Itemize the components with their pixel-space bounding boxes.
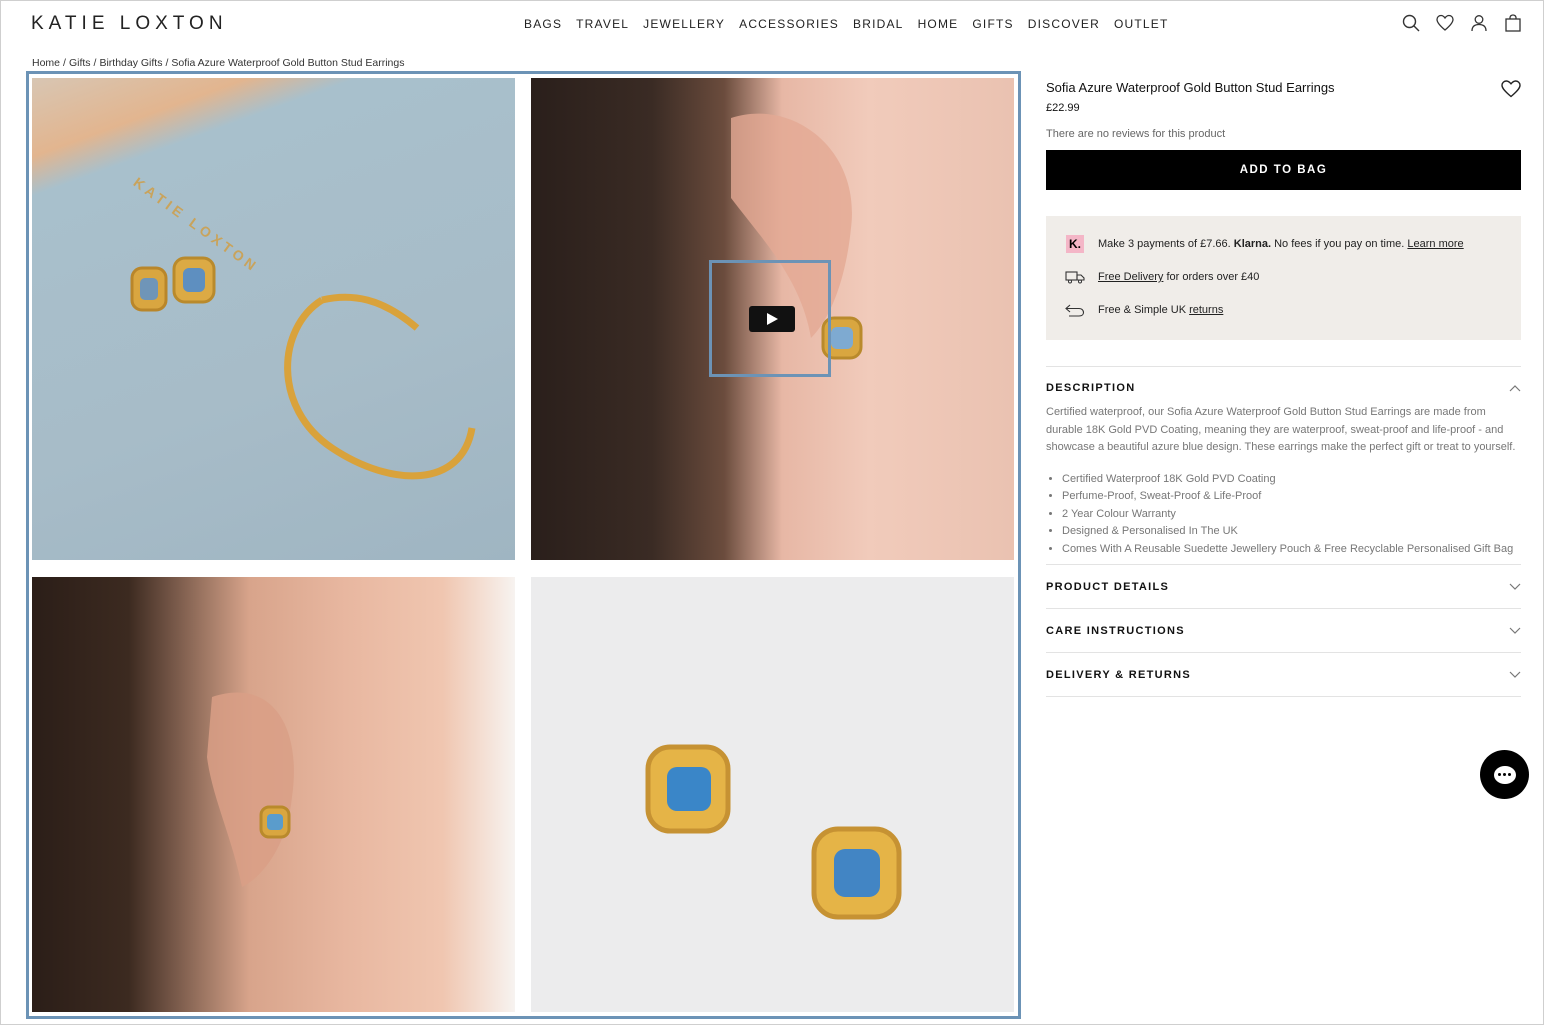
brand-logo[interactable]: KATIE LOXTON [31, 13, 228, 35]
returns-text: Free & Simple UK [1098, 304, 1187, 316]
product-gallery: KATIE LOXTON [26, 71, 1021, 1019]
ear-illustration [207, 692, 294, 887]
add-to-bag-button[interactable]: ADD TO BAG [1046, 150, 1521, 190]
delivery-truck-icon [1065, 271, 1085, 284]
delivery-row: Free Delivery for orders over £40 [1064, 267, 1503, 287]
bag-icon[interactable] [1504, 14, 1522, 32]
delivery-text: for orders over £40 [1166, 271, 1260, 283]
klarna-logo-icon: K. [1066, 235, 1084, 253]
nav-item-travel[interactable]: TRAVEL [576, 17, 629, 31]
description-accordion: DESCRIPTION Certified waterproof, our So… [1046, 366, 1521, 564]
list-item: 2 Year Colour Warranty [1062, 506, 1521, 524]
breadcrumb-birthday-gifts[interactable]: Birthday Gifts [99, 57, 162, 69]
care-instructions-heading: CARE INSTRUCTIONS [1046, 624, 1185, 637]
list-item: Designed & Personalised In The UK [1062, 523, 1521, 541]
klarna-fees-text: No fees if you pay on time. [1274, 238, 1405, 250]
chat-icon [1493, 765, 1516, 784]
nav-item-jewellery[interactable]: JEWELLERY [643, 17, 725, 31]
chevron-down-icon [1509, 583, 1521, 590]
care-instructions-accordion: CARE INSTRUCTIONS [1046, 608, 1521, 652]
returns-row: Free & Simple UK returns [1064, 300, 1503, 320]
chevron-up-icon [1509, 384, 1521, 391]
list-item: Comes With A Reusable Suedette Jewellery… [1062, 541, 1521, 559]
breadcrumb-separator: / [93, 57, 97, 69]
list-item: Certified Waterproof 18K Gold PVD Coatin… [1062, 471, 1521, 489]
nav-item-bridal[interactable]: BRIDAL [853, 17, 904, 31]
nav-item-home[interactable]: HOME [918, 17, 959, 31]
benefits-box: K. Make 3 payments of £7.66. Klarna. No … [1046, 216, 1521, 340]
gallery-image-model-profile[interactable] [32, 577, 515, 1012]
nav-item-accessories[interactable]: ACCESSORIES [739, 17, 839, 31]
care-instructions-toggle[interactable]: CARE INSTRUCTIONS [1046, 609, 1521, 652]
product-details-panel: Sofia Azure Waterproof Gold Button Stud … [1046, 80, 1521, 697]
nav-item-bags[interactable]: BAGS [524, 17, 562, 31]
returns-arrow-icon [1065, 304, 1085, 317]
wishlist-heart-icon[interactable] [1501, 80, 1521, 98]
delivery-returns-toggle[interactable]: DELIVERY & RETURNS [1046, 653, 1521, 696]
delivery-returns-accordion: DELIVERY & RETURNS [1046, 652, 1521, 697]
nav-item-discover[interactable]: DISCOVER [1028, 17, 1100, 31]
delivery-returns-heading: DELIVERY & RETURNS [1046, 668, 1192, 681]
chevron-down-icon [1509, 627, 1521, 634]
description-body: Certified waterproof, our Sofia Azure Wa… [1046, 404, 1521, 564]
gallery-image-earrings-pair[interactable] [531, 577, 1014, 1012]
nav-item-gifts[interactable]: GIFTS [972, 17, 1013, 31]
product-title: Sofia Azure Waterproof Gold Button Stud … [1046, 80, 1335, 95]
breadcrumb-gifts[interactable]: Gifts [69, 57, 91, 69]
earrings-illustration [645, 744, 902, 920]
product-details-toggle[interactable]: PRODUCT DETAILS [1046, 565, 1521, 608]
breadcrumb-separator: / [165, 57, 169, 69]
jewellery-illustration [130, 256, 476, 480]
reviews-status: There are no reviews for this product [1046, 128, 1226, 140]
description-text: Certified waterproof, our Sofia Azure Wa… [1046, 406, 1516, 453]
account-icon[interactable] [1470, 14, 1488, 32]
free-delivery-link[interactable]: Free Delivery [1098, 271, 1163, 283]
breadcrumb-current: Sofia Azure Waterproof Gold Button Stud … [171, 57, 405, 69]
klarna-learn-more-link[interactable]: Learn more [1407, 238, 1463, 250]
product-details-accordion: PRODUCT DETAILS [1046, 564, 1521, 608]
main-nav: BAGS TRAVEL JEWELLERY ACCESSORIES BRIDAL… [524, 17, 1183, 31]
breadcrumb-separator: / [63, 57, 66, 69]
search-icon[interactable] [1402, 14, 1420, 32]
returns-link[interactable]: returns [1189, 304, 1223, 316]
product-details-heading: PRODUCT DETAILS [1046, 580, 1170, 593]
heart-icon[interactable] [1436, 14, 1454, 32]
chat-button[interactable] [1480, 750, 1529, 799]
klarna-brand: Klarna. [1233, 238, 1272, 250]
breadcrumb-home[interactable]: Home [32, 57, 60, 69]
play-video-button[interactable] [749, 306, 795, 332]
description-toggle[interactable]: DESCRIPTION [1046, 367, 1521, 408]
product-price: £22.99 [1046, 102, 1080, 114]
description-heading: DESCRIPTION [1046, 381, 1136, 394]
nav-item-outlet[interactable]: OUTLET [1114, 17, 1169, 31]
klarna-row: K. Make 3 payments of £7.66. Klarna. No … [1064, 234, 1503, 254]
header-icons [1402, 14, 1522, 32]
klarna-text: Make 3 payments of £7.66. [1098, 238, 1231, 250]
chevron-down-icon [1509, 671, 1521, 678]
description-bullets: Certified Waterproof 18K Gold PVD Coatin… [1046, 471, 1521, 559]
list-item: Perfume-Proof, Sweat-Proof & Life-Proof [1062, 488, 1521, 506]
breadcrumb: Home / Gifts / Birthday Gifts / Sofia Az… [32, 57, 404, 69]
gallery-image-pouch[interactable]: KATIE LOXTON [32, 78, 515, 560]
